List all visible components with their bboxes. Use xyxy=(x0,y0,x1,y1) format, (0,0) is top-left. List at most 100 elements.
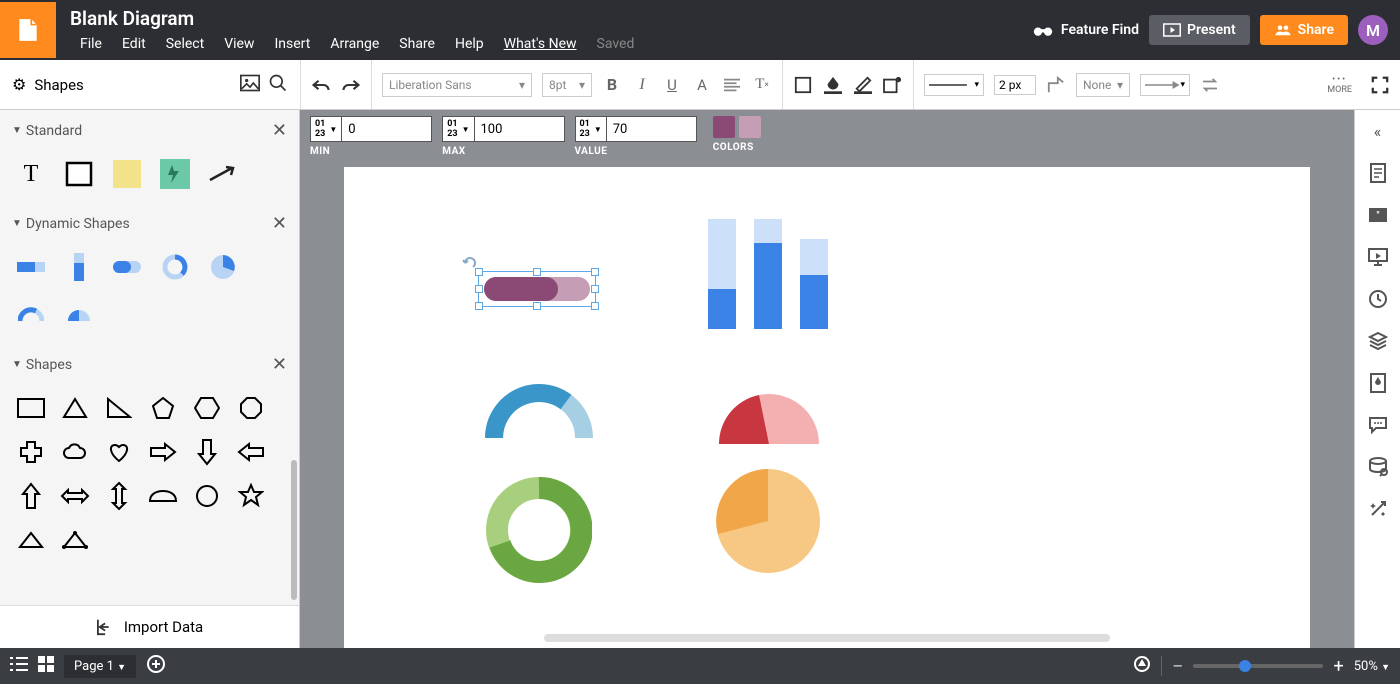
text-shape[interactable]: T xyxy=(16,159,46,189)
canvas-semi-gauge[interactable] xyxy=(714,389,824,444)
arrow-start-select[interactable]: None▾ xyxy=(1076,73,1130,97)
min-control[interactable]: 0123▼ xyxy=(310,116,432,142)
menu-whats-new[interactable]: What's New xyxy=(494,34,587,54)
border-color-button[interactable] xyxy=(853,75,873,95)
canvas-bar-chart[interactable] xyxy=(708,219,828,329)
user-avatar[interactable]: M xyxy=(1358,15,1388,45)
horizontal-scrollbar[interactable] xyxy=(544,634,1110,642)
image-icon[interactable] xyxy=(240,74,260,96)
pie-shape[interactable] xyxy=(208,252,238,282)
isoceles-shape[interactable] xyxy=(16,525,46,555)
font-family-select[interactable]: Liberation Sans▾ xyxy=(382,73,532,97)
search-icon[interactable] xyxy=(268,73,288,97)
hexagon-shape[interactable] xyxy=(192,393,222,423)
hbar-shape[interactable] xyxy=(16,252,46,282)
stroke-width-input[interactable] xyxy=(994,75,1036,95)
menu-file[interactable]: File xyxy=(70,34,112,54)
min-input[interactable] xyxy=(342,116,432,142)
canvas-donut[interactable] xyxy=(486,477,592,583)
arrow-end-select[interactable]: ▾ xyxy=(1140,74,1190,96)
canvas-pie[interactable] xyxy=(714,467,822,575)
page-icon[interactable] xyxy=(1367,162,1389,184)
undo-button[interactable] xyxy=(311,75,331,95)
section-standard-header[interactable]: ▼Standard✕ xyxy=(0,110,299,151)
canvas-page[interactable] xyxy=(344,167,1310,648)
poly-shape[interactable] xyxy=(60,525,90,555)
section-shapes-header[interactable]: ▼Shapes✕ xyxy=(0,344,299,385)
collapse-panel-icon[interactable]: « xyxy=(1367,120,1389,142)
color-swatch-1[interactable] xyxy=(713,116,735,138)
colors-control[interactable] xyxy=(713,116,761,138)
present-button[interactable]: Present xyxy=(1149,15,1250,45)
font-size-select[interactable]: 8pt▾ xyxy=(542,73,592,97)
right-triangle-shape[interactable] xyxy=(104,393,134,423)
hotspot-shape[interactable] xyxy=(160,159,190,189)
octagon-shape[interactable] xyxy=(236,393,266,423)
gauge-shape[interactable] xyxy=(64,300,94,330)
grid-view-icon[interactable] xyxy=(38,656,54,676)
close-icon[interactable]: ✕ xyxy=(272,213,287,234)
arrow-right-shape[interactable] xyxy=(148,437,178,467)
menu-edit[interactable]: Edit xyxy=(112,34,156,54)
section-dynamic-header[interactable]: ▼Dynamic Shapes✕ xyxy=(0,203,299,244)
magic-icon[interactable] xyxy=(1367,498,1389,520)
canvas-arc-gauge[interactable] xyxy=(484,383,594,443)
heart-shape[interactable] xyxy=(104,437,134,467)
note-shape[interactable] xyxy=(112,159,142,189)
circle-shape[interactable] xyxy=(192,481,222,511)
clear-format-button[interactable]: T× xyxy=(752,75,772,95)
zoom-in-button[interactable]: + xyxy=(1333,656,1343,677)
fullscreen-button[interactable] xyxy=(1370,75,1390,95)
share-button[interactable]: Share xyxy=(1260,15,1348,45)
target-icon[interactable] xyxy=(1133,655,1151,677)
zoom-out-button[interactable]: − xyxy=(1172,654,1183,678)
close-icon[interactable]: ✕ xyxy=(272,120,287,141)
menu-share[interactable]: Share xyxy=(389,34,445,54)
cloud-shape[interactable] xyxy=(60,437,90,467)
document-title[interactable]: Blank Diagram xyxy=(70,7,644,30)
ring-shape[interactable] xyxy=(160,252,190,282)
cross-shape[interactable] xyxy=(16,437,46,467)
pill-shape[interactable] xyxy=(112,252,142,282)
arrow-lr-shape[interactable] xyxy=(60,481,90,511)
gear-icon[interactable]: ⚙ xyxy=(12,75,26,94)
align-button[interactable] xyxy=(722,75,742,95)
menu-arrange[interactable]: Arrange xyxy=(320,34,389,54)
presentation-icon[interactable] xyxy=(1367,246,1389,268)
value-control[interactable]: 0123▼ xyxy=(575,116,697,142)
arrow-up-shape[interactable] xyxy=(16,481,46,511)
triangle-shape[interactable] xyxy=(60,393,90,423)
oval-flat-shape[interactable] xyxy=(148,481,178,511)
selected-progress-pill[interactable] xyxy=(484,277,590,301)
rect-shape[interactable] xyxy=(16,393,46,423)
more-button[interactable]: ••• MORE xyxy=(1327,75,1360,95)
fill-button[interactable] xyxy=(793,75,813,95)
max-input[interactable] xyxy=(475,116,565,142)
arrow-shape[interactable] xyxy=(208,159,238,189)
max-control[interactable]: 0123▼ xyxy=(442,116,564,142)
page-selector[interactable]: Page 1 ▼ xyxy=(64,655,136,678)
list-view-icon[interactable] xyxy=(10,657,28,675)
zoom-slider[interactable] xyxy=(1193,664,1323,668)
scrollbar-thumb[interactable] xyxy=(291,460,297,600)
value-input[interactable] xyxy=(607,116,697,142)
comment-icon[interactable]: " xyxy=(1367,204,1389,226)
app-logo[interactable] xyxy=(0,2,56,58)
line-style-select[interactable]: ▾ xyxy=(924,74,984,96)
text-color-button[interactable]: A xyxy=(692,75,712,95)
italic-button[interactable]: I xyxy=(632,75,652,95)
connector-button[interactable] xyxy=(1046,75,1066,95)
arrow-ud-shape[interactable] xyxy=(104,481,134,511)
shape-options-button[interactable] xyxy=(883,75,903,95)
color-swatch-2[interactable] xyxy=(739,116,761,138)
arrow-left-shape[interactable] xyxy=(236,437,266,467)
block-shape[interactable] xyxy=(64,159,94,189)
swap-arrows-button[interactable] xyxy=(1200,75,1220,95)
chat-icon[interactable] xyxy=(1367,414,1389,436)
layers-icon[interactable] xyxy=(1367,330,1389,352)
theme-icon[interactable] xyxy=(1367,372,1389,394)
underline-button[interactable]: U xyxy=(662,75,682,95)
close-icon[interactable]: ✕ xyxy=(272,354,287,375)
feature-find-button[interactable]: Feature Find xyxy=(1033,22,1139,38)
menu-view[interactable]: View xyxy=(214,34,264,54)
